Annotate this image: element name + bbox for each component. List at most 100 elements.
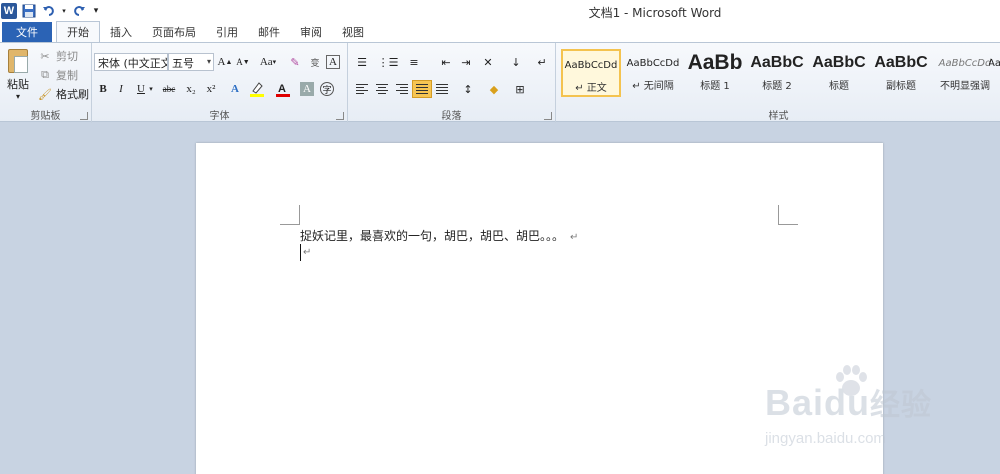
character-border-icon[interactable]: A [326, 55, 340, 69]
style-heading-2[interactable]: AaBbC 标题 2 [747, 49, 807, 97]
bold-button[interactable]: B [94, 80, 112, 98]
decrease-indent-icon[interactable]: ⇤ [436, 53, 456, 71]
text-cursor [300, 244, 301, 261]
format-painter-label: 格式刷 [56, 88, 89, 101]
style-sample: AaBbCcDd [626, 57, 680, 69]
paragraph-text: 捉妖记里，最喜欢的一句，胡巴，胡巴、胡巴。。。 [300, 229, 565, 243]
tab-home[interactable]: 开始 [56, 21, 100, 42]
distributed-icon[interactable] [432, 80, 452, 98]
style-no-spacing[interactable]: AaBbCcDd ↵ 无间隔 [623, 49, 683, 97]
font-launcher-icon[interactable] [336, 112, 344, 120]
style-sample: AaBb [687, 51, 743, 74]
align-right-icon[interactable] [392, 80, 412, 98]
subscript-button[interactable]: x₂ [182, 80, 200, 98]
tab-mailings[interactable]: 邮件 [248, 22, 290, 42]
format-painter-button[interactable]: 🖌 格式刷 [38, 85, 89, 103]
document-paragraph[interactable]: 捉妖记里，最喜欢的一句，胡巴，胡巴、胡巴。。。 ↵ [300, 227, 578, 244]
ribbon: 粘贴 ▾ ✂ 剪切 ⧉ 复制 🖌 格式刷 剪贴板 宋体 (中文正文 五号 ▾ A ▲ A ▼… [0, 42, 1000, 123]
paste-icon [8, 49, 28, 73]
margin-corner-top-left [280, 205, 300, 225]
chevron-down-icon: ▾ [206, 57, 211, 66]
text-effects-icon[interactable]: A [226, 80, 244, 98]
style-name: ↵ 无间隔 [632, 81, 674, 92]
justify-icon[interactable] [412, 80, 432, 98]
font-size-value: 五号 [172, 57, 194, 70]
paste-dropdown-icon: ▾ [15, 92, 20, 101]
phonetic-guide-icon[interactable]: 变 [306, 53, 324, 71]
tab-insert[interactable]: 插入 [100, 22, 142, 42]
brush-icon: 🖌 [38, 87, 52, 101]
underline-dropdown-icon[interactable]: ▾ [146, 80, 156, 98]
clear-formatting-icon[interactable]: ✎ [286, 53, 304, 71]
style-name: 标题 1 [700, 81, 730, 92]
font-size-combo[interactable]: 五号 ▾ [168, 53, 214, 71]
character-shading-icon[interactable]: A [300, 82, 314, 96]
title-bar: W ▾ ▾ 文档1 - Microsoft Word [0, 0, 1000, 22]
line-spacing-icon[interactable]: ↕ [458, 80, 478, 98]
highlight-icon[interactable] [248, 80, 266, 98]
enclose-characters-icon[interactable]: 字 [320, 82, 334, 96]
multilevel-list-icon[interactable]: ≡ [404, 53, 424, 71]
increase-indent-icon[interactable]: ⇥ [456, 53, 476, 71]
copy-icon: ⧉ [41, 68, 49, 81]
paragraph-group: ☰ ⋮☰ ≡ ⇤ ⇥ ✕ ↓ ↵ ↕ ◆ ⊞ 段落 [348, 43, 556, 123]
clipboard-launcher-icon[interactable] [80, 112, 88, 120]
watermark-logo: Baidu经验 [765, 380, 932, 424]
window-title: 文档1 - Microsoft Word [588, 6, 722, 20]
paragraph-launcher-icon[interactable] [544, 112, 552, 120]
tab-review[interactable]: 审阅 [290, 22, 332, 42]
italic-button[interactable]: I [112, 80, 130, 98]
style-title[interactable]: AaBbC 标题 [809, 49, 869, 97]
group-label-clipboard: 剪贴板 [30, 111, 61, 122]
numbering-icon[interactable]: ⋮☰ [378, 53, 399, 71]
style-subtle-emphasis[interactable]: AaBbCcDd 不明显强调 [933, 49, 997, 97]
baidu-watermark: Baidu经验 jingyan.baidu.com [765, 362, 995, 462]
watermark-url: jingyan.baidu.com [765, 430, 886, 447]
superscript-button[interactable]: x² [202, 80, 220, 98]
style-subtitle[interactable]: AaBbC 副标题 [871, 49, 931, 97]
tab-file[interactable]: 文件 [2, 22, 52, 42]
style-more[interactable]: Aa [989, 49, 1000, 97]
watermark-logo-right: 经验 [870, 389, 933, 422]
sort-icon[interactable]: ↓ [506, 53, 526, 71]
chinese-layout-icon[interactable]: ✕ [478, 53, 498, 71]
show-hide-marks-icon[interactable]: ↵ [532, 53, 552, 71]
style-normal[interactable]: AaBbCcDd ↵ 正文 [561, 49, 621, 97]
clipboard-group: 粘贴 ▾ ✂ 剪切 ⧉ 复制 🖌 格式刷 剪贴板 [0, 43, 92, 123]
style-sample: Aa [989, 57, 1000, 69]
copy-label: 复制 [56, 69, 78, 82]
tab-page-layout[interactable]: 页面布局 [142, 22, 206, 42]
paste-label: 粘贴 [7, 78, 29, 91]
cut-button[interactable]: ✂ 剪切 [38, 47, 78, 65]
tab-references[interactable]: 引用 [206, 22, 248, 42]
style-heading-1[interactable]: AaBb 标题 1 [685, 49, 745, 97]
change-case-label: Aa [259, 56, 273, 68]
strikethrough-button[interactable]: abc [158, 80, 180, 98]
cut-label: 剪切 [56, 50, 78, 63]
paragraph-mark-empty: ↵ [303, 247, 312, 258]
style-name: ↵ 正文 [575, 83, 607, 94]
shading-icon[interactable]: ◆ [484, 80, 504, 98]
copy-button[interactable]: ⧉ 复制 [38, 66, 78, 84]
svg-text:A: A [278, 83, 286, 95]
change-case-button[interactable]: Aa ▾ [256, 53, 280, 71]
font-name-combo[interactable]: 宋体 (中文正文 [94, 53, 168, 71]
bullets-icon[interactable]: ☰ [352, 53, 372, 71]
font-color-icon[interactable]: A [274, 80, 292, 98]
grow-font-button[interactable]: A ▲ [216, 53, 234, 71]
font-group: 宋体 (中文正文 五号 ▾ A ▲ A ▼ Aa ▾ ✎ 变 A B I U ▾ abc… [92, 43, 348, 123]
group-label-font: 字体 [209, 111, 230, 122]
shrink-font-button[interactable]: A ▼ [234, 53, 252, 71]
paste-button[interactable]: 粘贴 ▾ [4, 47, 32, 107]
align-center-icon[interactable] [372, 80, 392, 98]
borders-icon[interactable]: ⊞ [510, 80, 530, 98]
style-name: 不明显强调 [940, 81, 990, 92]
style-name: 标题 [829, 81, 849, 92]
margin-corner-top-right [778, 205, 798, 225]
group-label-styles: 样式 [768, 111, 789, 122]
grow-font-label: A [217, 56, 226, 68]
tab-view[interactable]: 视图 [332, 22, 374, 42]
align-left-icon[interactable] [352, 80, 372, 98]
watermark-du: du [824, 382, 871, 423]
style-sample: AaBbCcDd [564, 59, 618, 71]
